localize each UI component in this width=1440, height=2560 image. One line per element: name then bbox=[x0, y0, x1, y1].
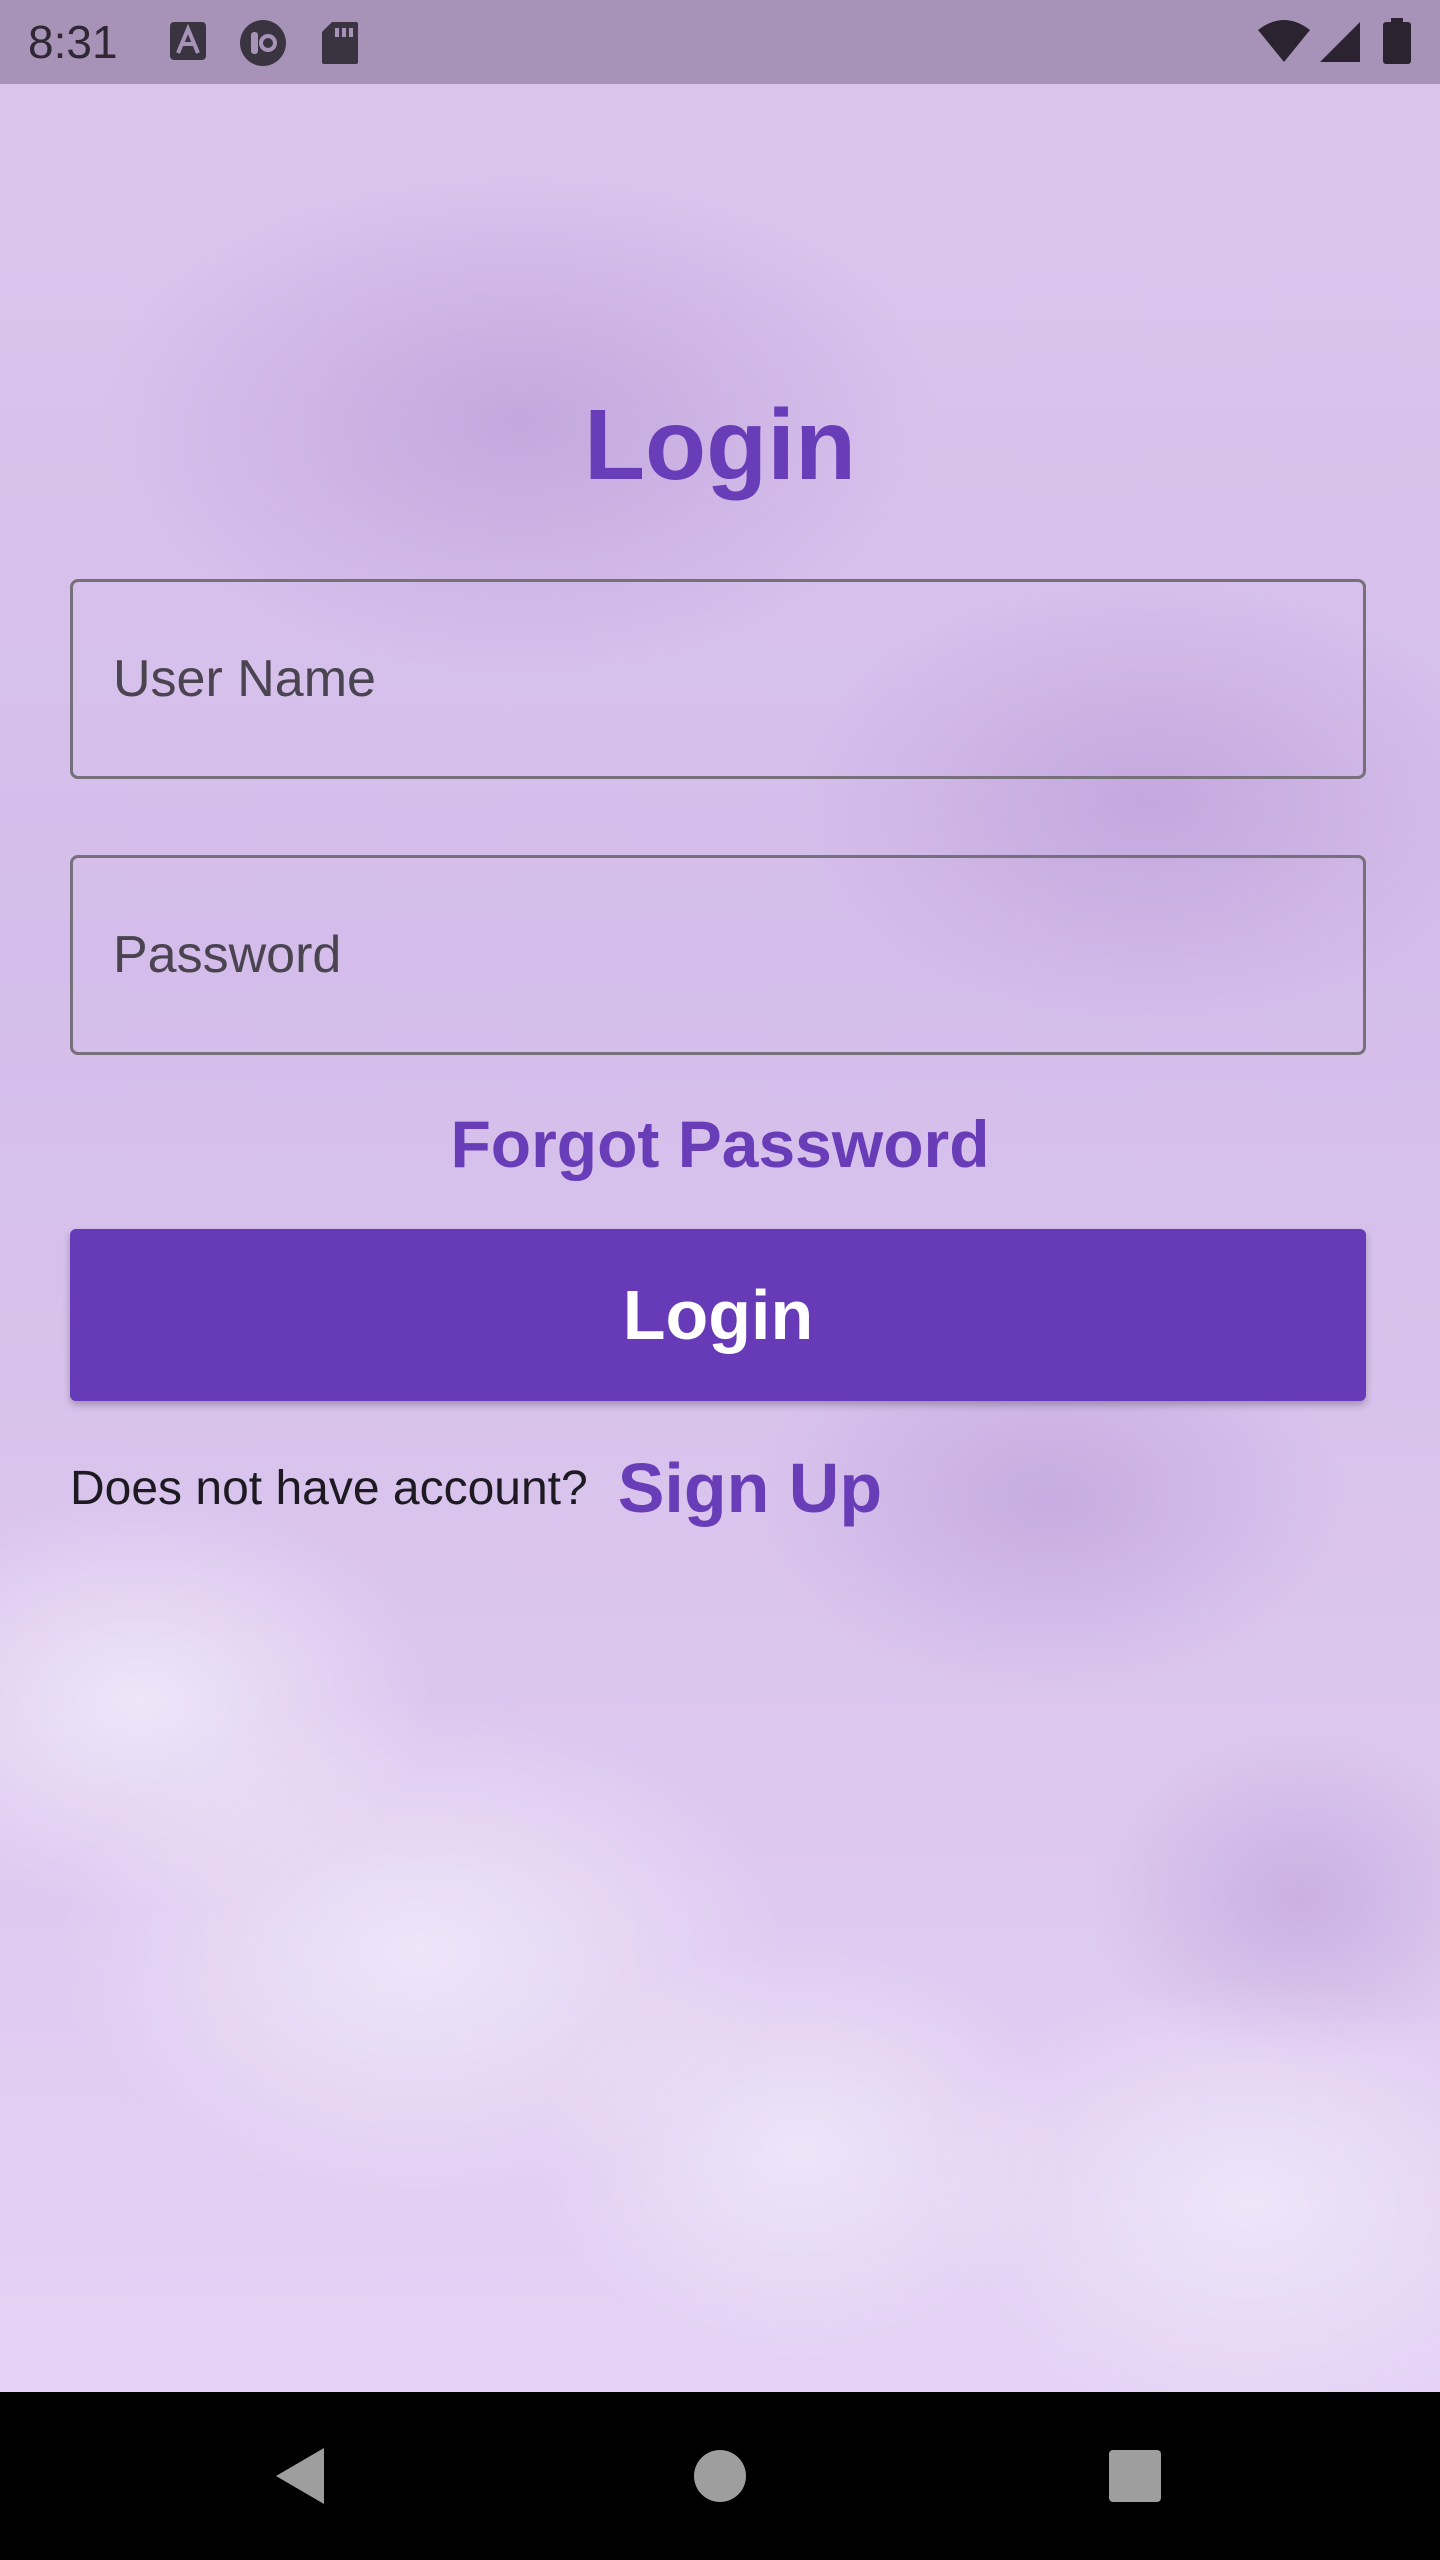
status-bar: 8:31 bbox=[0, 0, 1440, 84]
recents-icon[interactable] bbox=[1085, 2426, 1185, 2526]
username-field[interactable]: User Name bbox=[70, 579, 1366, 779]
signup-question: Does not have account? bbox=[70, 1461, 588, 1515]
status-time: 8:31 bbox=[28, 16, 118, 68]
password-field[interactable]: Password bbox=[70, 855, 1366, 1055]
battery-icon bbox=[1382, 18, 1412, 69]
username-placeholder: User Name bbox=[113, 650, 376, 708]
wifi-icon bbox=[1256, 18, 1312, 69]
signup-row: Does not have account? Sign Up bbox=[70, 1448, 882, 1528]
sd-card-icon bbox=[320, 20, 360, 71]
forgot-password-link[interactable]: Forgot Password bbox=[0, 1106, 1440, 1182]
navigation-bar bbox=[0, 2392, 1440, 2560]
login-button[interactable]: Login bbox=[70, 1229, 1366, 1401]
cloud-background bbox=[0, 0, 1440, 2392]
signup-link[interactable]: Sign Up bbox=[618, 1448, 882, 1528]
password-placeholder: Password bbox=[113, 926, 342, 984]
home-icon[interactable] bbox=[670, 2426, 770, 2526]
signal-icon bbox=[1318, 18, 1362, 69]
page-title: Login bbox=[583, 389, 857, 501]
back-icon[interactable] bbox=[250, 2426, 350, 2526]
circle-app-icon bbox=[238, 20, 288, 75]
font-a-icon bbox=[170, 20, 206, 69]
